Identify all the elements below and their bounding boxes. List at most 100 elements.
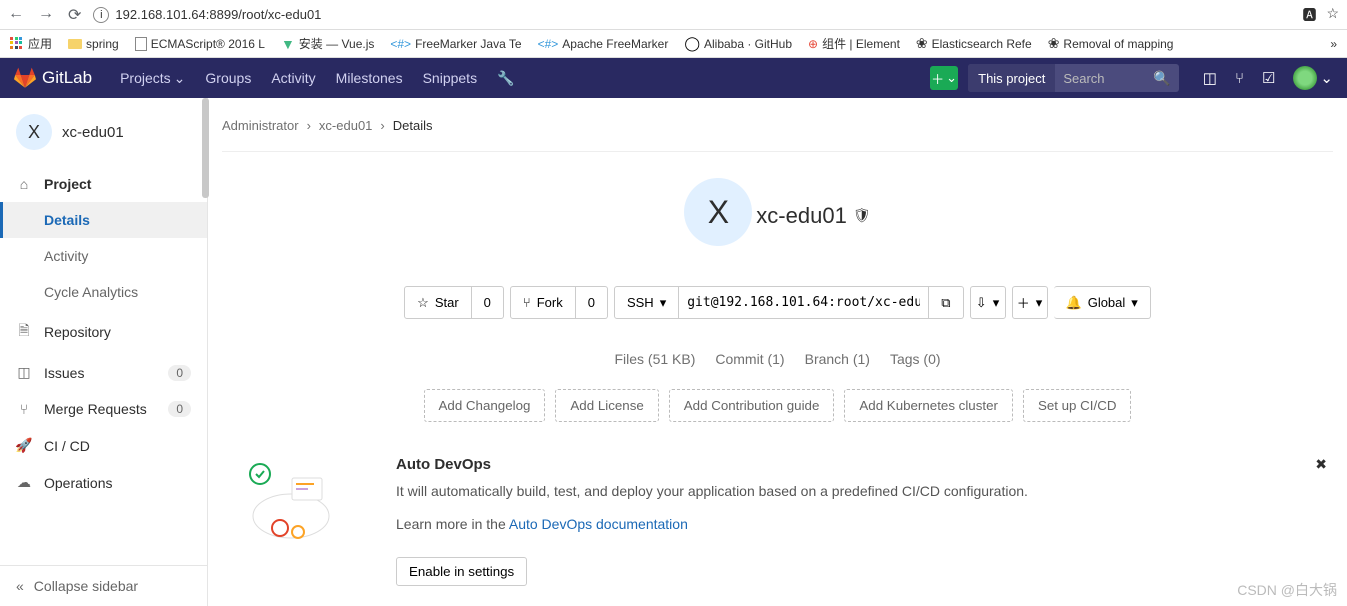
sidebar-project-header[interactable]: X xc-edu01 <box>0 98 207 166</box>
stat-commit[interactable]: Commit (1) <box>715 351 784 367</box>
bookmark-item[interactable]: ⊕组件 | Element <box>808 35 900 52</box>
chevron-down-icon: ▾ <box>1131 295 1138 311</box>
add-license-button[interactable]: Add License <box>555 389 658 422</box>
sidebar-item-issues[interactable]: ◫Issues0 <box>0 354 207 391</box>
sidebar-sub-cycle[interactable]: Cycle Analytics <box>0 274 207 310</box>
download-dropdown[interactable]: ⇩ ▾ <box>970 286 1006 319</box>
forward-icon[interactable]: → <box>38 5 54 25</box>
auto-devops-desc: It will automatically build, test, and d… <box>396 481 1028 502</box>
add-kubernetes-button[interactable]: Add Kubernetes cluster <box>844 389 1013 422</box>
bookmarks-overflow-icon[interactable]: » <box>1330 37 1337 51</box>
sidebar-sub-activity[interactable]: Activity <box>0 238 207 274</box>
fork-count[interactable]: 0 <box>576 286 608 319</box>
issues-icon[interactable]: ◫ <box>1203 69 1217 87</box>
star-button[interactable]: ☆Star <box>404 286 472 319</box>
cloud-icon: ☁ <box>16 474 32 491</box>
apps-shortcut[interactable]: 应用 <box>10 35 52 52</box>
nav-activity[interactable]: Activity <box>271 70 315 87</box>
gitlab-top-nav: GitLab Projects ⌄ Groups Activity Milest… <box>0 58 1347 98</box>
stat-branch[interactable]: Branch (1) <box>805 351 870 367</box>
chevron-right-icon: › <box>380 118 384 133</box>
chevron-down-icon: ⌄ <box>174 70 186 87</box>
back-icon[interactable]: ← <box>8 5 24 25</box>
bookmark-item[interactable]: ◯Alibaba · GitHub <box>684 35 792 52</box>
chevron-right-icon: › <box>307 118 311 133</box>
project-stats: Files (51 KB) Commit (1) Branch (1) Tags… <box>222 337 1333 381</box>
merge-requests-icon[interactable]: ⑂ <box>1235 70 1244 87</box>
nav-groups[interactable]: Groups <box>205 70 251 87</box>
bookmark-item[interactable]: spring <box>68 37 119 51</box>
watermark: CSDN @白大锅 <box>1237 580 1337 600</box>
bookmark-item[interactable]: ▼安装 — Vue.js <box>281 35 374 52</box>
chevron-down-icon: ▾ <box>660 295 667 311</box>
auto-devops-illustration <box>236 456 356 546</box>
suggestion-row: Add Changelog Add License Add Contributi… <box>222 381 1333 446</box>
admin-wrench-icon[interactable]: 🔧 <box>497 70 514 87</box>
todos-icon[interactable]: ☑ <box>1262 69 1275 87</box>
translate-icon[interactable]: 🅰 <box>1302 5 1316 25</box>
bell-icon: 🔔 <box>1066 295 1082 311</box>
clone-url-input[interactable] <box>679 286 929 319</box>
breadcrumb-current: Details <box>393 118 433 133</box>
bookmark-item[interactable]: ❀Removal of mapping <box>1048 35 1174 52</box>
copy-icon: ⧉ <box>941 295 950 311</box>
fork-icon: ⑂ <box>523 295 531 310</box>
setup-cicd-button[interactable]: Set up CI/CD <box>1023 389 1132 422</box>
sidebar-item-merge-requests[interactable]: ⑂Merge Requests0 <box>0 391 207 427</box>
gitlab-logo[interactable]: GitLab <box>14 67 92 89</box>
new-button[interactable]: ＋⌄ <box>930 66 958 90</box>
breadcrumb-project[interactable]: xc-edu01 <box>319 118 372 133</box>
copy-url-button[interactable]: ⧉ <box>929 286 963 319</box>
merge-icon: ⑂ <box>16 401 32 417</box>
rocket-icon: 🚀 <box>16 437 32 454</box>
user-menu[interactable]: ⌄ <box>1293 66 1333 90</box>
issues-count: 0 <box>168 365 191 381</box>
search-input[interactable] <box>1055 71 1145 86</box>
reload-icon[interactable]: ⟳ <box>68 5 81 25</box>
auto-devops-doc-link[interactable]: Auto DevOps documentation <box>509 516 688 532</box>
sidebar-item-project[interactable]: ⌂ Project <box>0 166 207 202</box>
bookmark-item[interactable]: ❀Elasticsearch Refe <box>916 35 1032 52</box>
bookmark-item[interactable]: ECMAScript® 2016 L <box>135 37 265 51</box>
enable-settings-button[interactable]: Enable in settings <box>396 557 527 586</box>
protocol-dropdown[interactable]: SSH▾ <box>614 286 679 319</box>
nav-projects[interactable]: Projects ⌄ <box>120 70 185 87</box>
sidebar-item-operations[interactable]: ☁Operations <box>0 464 207 501</box>
chevron-down-icon: ⌄ <box>946 70 957 86</box>
chevron-down-icon: ▾ <box>993 295 1000 311</box>
close-icon[interactable]: ✖ <box>1315 456 1327 473</box>
breadcrumb-admin[interactable]: Administrator <box>222 118 299 133</box>
fork-button[interactable]: ⑂Fork <box>510 286 576 319</box>
favorite-icon[interactable]: ☆ <box>1326 5 1339 25</box>
nav-milestones[interactable]: Milestones <box>336 70 403 87</box>
project-hero: X xc-edu01 🛡 <box>222 152 1333 268</box>
sidebar-item-cicd[interactable]: 🚀CI / CD <box>0 427 207 464</box>
notifications-dropdown[interactable]: 🔔Global ▾ <box>1054 286 1151 319</box>
bookmark-item[interactable]: <#>FreeMarker Java Te <box>390 37 521 51</box>
star-icon: ☆ <box>417 295 429 311</box>
collapse-sidebar[interactable]: «Collapse sidebar <box>0 565 207 606</box>
search-box[interactable]: This project 🔍 <box>968 64 1179 92</box>
chevron-down-icon: ▾ <box>1036 295 1043 311</box>
search-scope[interactable]: This project <box>968 64 1055 92</box>
bookmark-item[interactable]: <#>Apache FreeMarker <box>538 37 669 51</box>
avatar <box>1293 66 1317 90</box>
doc-icon: 🗎 <box>16 320 32 344</box>
sidebar-sub-details[interactable]: Details <box>0 202 207 238</box>
site-info-icon[interactable]: i <box>93 7 109 23</box>
address-bar[interactable]: i 192.168.101.64:8899/root/xc-edu01 <box>93 7 1290 23</box>
add-changelog-button[interactable]: Add Changelog <box>424 389 546 422</box>
sidebar: X xc-edu01 ⌂ Project Details Activity Cy… <box>0 98 208 606</box>
project-avatar-large: X <box>684 178 752 246</box>
sidebar-item-repository[interactable]: 🗎Repository <box>0 310 207 354</box>
nav-snippets[interactable]: Snippets <box>423 70 477 87</box>
stat-tags[interactable]: Tags (0) <box>890 351 941 367</box>
star-count[interactable]: 0 <box>472 286 504 319</box>
url-text: 192.168.101.64:8899/root/xc-edu01 <box>115 7 321 22</box>
add-contribution-button[interactable]: Add Contribution guide <box>669 389 835 422</box>
add-dropdown[interactable]: ＋ ▾ <box>1012 286 1048 319</box>
search-icon[interactable]: 🔍 <box>1145 70 1178 87</box>
stat-files[interactable]: Files (51 KB) <box>614 351 695 367</box>
chevron-down-icon: ⌄ <box>1320 69 1333 87</box>
home-icon: ⌂ <box>16 176 32 192</box>
